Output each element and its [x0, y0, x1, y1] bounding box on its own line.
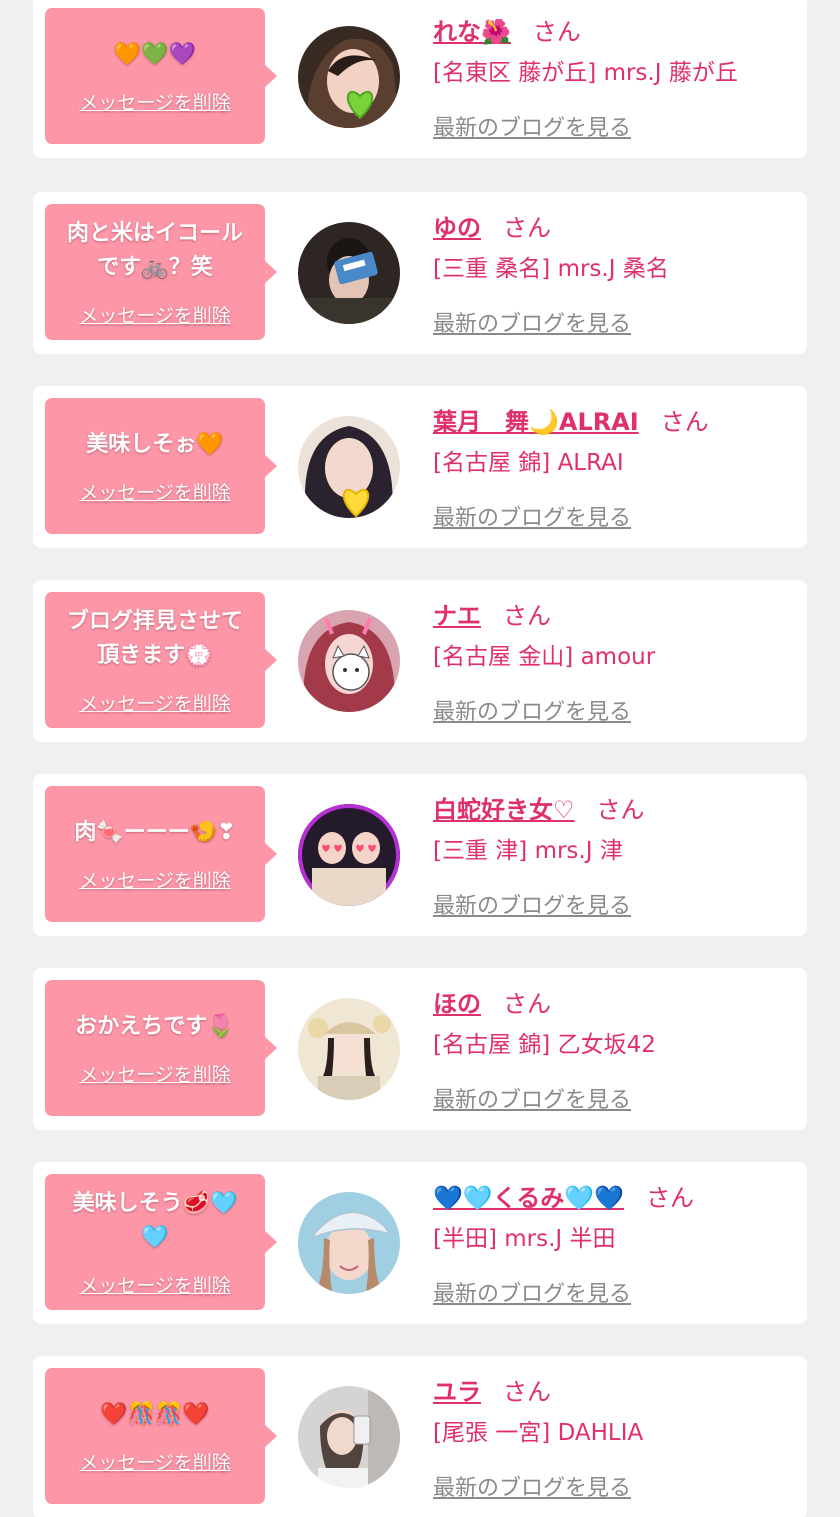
san-suffix: さん — [503, 601, 551, 630]
delete-message-link[interactable]: メッセージを削除 — [79, 1271, 231, 1298]
message-bubble: 美味しそぉ🧡 メッセージを削除 — [45, 398, 277, 534]
sender-name-link[interactable]: ユラ — [433, 1372, 481, 1407]
shop-label: [尾張 一宮] DAHLIA — [433, 1420, 644, 1446]
delete-message-link[interactable]: メッセージを削除 — [79, 478, 231, 505]
sender-name-link[interactable]: 葉月 舞🌙ALRAI — [433, 402, 639, 437]
cap-photo-icon — [298, 1192, 400, 1294]
message-text: ❤️🎊🎊❤️ — [100, 1401, 210, 1427]
delete-message-link[interactable]: メッセージを削除 — [79, 1060, 231, 1087]
avatar[interactable] — [298, 222, 400, 324]
sender-info: 💙🩵くるみ🩵💙 さん [半田] mrs.J 半田 最新のブログを見る — [433, 1178, 797, 1308]
message-text: 肉🍬ーーー🍤❣ — [74, 819, 236, 845]
message-bubble: おかえちです🌷 メッセージを削除 — [45, 980, 277, 1116]
shop-label: [名東区 藤が丘] mrs.J 藤が丘 — [433, 60, 738, 86]
san-suffix: さん — [532, 17, 581, 46]
message-list: 🧡💚💜 メッセージを削除 れな🌺 さん [名東区 藤が丘] mrs.J 藤が丘 … — [0, 0, 840, 1517]
sender-info: ユラ さん [尾張 一宮] DAHLIA 最新のブログを見る — [433, 1372, 797, 1502]
san-suffix: さん — [503, 989, 551, 1018]
latest-blog-link[interactable]: 最新のブログを見る — [433, 110, 631, 142]
san-suffix: さん — [503, 213, 551, 242]
latest-blog-link[interactable]: 最新のブログを見る — [433, 1276, 631, 1308]
message-bubble: 美味しそう🥩🩵🩵 メッセージを削除 — [45, 1174, 277, 1310]
message-card: ブログ拝見させて頂きます💮 メッセージを削除 ナエ さん [名古屋 金山] am… — [33, 580, 807, 742]
delete-message-link[interactable]: メッセージを削除 — [79, 1448, 231, 1475]
san-suffix: さん — [596, 795, 645, 824]
message-card: 肉🍬ーーー🍤❣ メッセージを削除 白蛇好き女♡ さん [三重 津] mrs.J … — [33, 774, 807, 936]
avatar[interactable] — [298, 26, 400, 128]
message-card: ❤️🎊🎊❤️ メッセージを削除 ユラ さん [尾張 一宮] DAHLIA 最新の… — [33, 1356, 807, 1517]
message-bubble: ブログ拝見させて頂きます💮 メッセージを削除 — [45, 592, 277, 728]
shop-label: [半田] mrs.J 半田 — [433, 1226, 616, 1252]
sender-name-link[interactable]: ほの — [433, 984, 481, 1019]
sender-info: ほの さん [名古屋 錦] 乙女坂42 最新のブログを見る — [433, 984, 797, 1114]
latest-blog-link[interactable]: 最新のブログを見る — [433, 694, 631, 726]
delete-message-link[interactable]: メッセージを削除 — [79, 301, 231, 328]
sender-info: ナエ さん [名古屋 金山] amour 最新のブログを見る — [433, 596, 797, 726]
latest-blog-link[interactable]: 最新のブログを見る — [433, 1470, 631, 1502]
latest-blog-link[interactable]: 最新のブログを見る — [433, 500, 631, 532]
message-card: 肉と米はイコールです🚲？笑 メッセージを削除 ゆの さん [三重 桑名] mrs… — [33, 192, 807, 354]
sender-info: 葉月 舞🌙ALRAI さん [名古屋 錦] ALRAI 最新のブログを見る — [433, 402, 797, 532]
sender-name-link[interactable]: ナエ — [433, 596, 481, 631]
avatar[interactable] — [298, 804, 400, 906]
latest-blog-link[interactable]: 最新のブログを見る — [433, 1082, 631, 1114]
delete-message-link[interactable]: メッセージを削除 — [79, 88, 231, 115]
hat-photo-icon — [298, 998, 400, 1100]
message-text: 🧡💚💜 — [113, 41, 197, 67]
message-card: 🧡💚💜 メッセージを削除 れな🌺 さん [名東区 藤が丘] mrs.J 藤が丘 … — [33, 0, 807, 158]
sender-info: 白蛇好き女♡ さん [三重 津] mrs.J 津 最新のブログを見る — [433, 790, 797, 920]
shop-label: [名古屋 錦] ALRAI — [433, 450, 624, 476]
message-text: 美味しそう🥩🩵🩵 — [72, 1190, 238, 1250]
mirror-selfie-photo-icon — [298, 1386, 400, 1488]
message-bubble: 肉と米はイコールです🚲？笑 メッセージを削除 — [45, 204, 277, 340]
san-suffix: さん — [660, 407, 709, 436]
sender-name-link[interactable]: ゆの — [433, 208, 481, 243]
message-card: 美味しそぉ🧡 メッセージを削除 葉月 舞🌙ALRAI さん [名古屋 錦] AL… — [33, 386, 807, 548]
cat-face-sticker-icon — [298, 610, 400, 712]
green-heart-sticker-icon — [298, 26, 400, 128]
sender-name-link[interactable]: 💙🩵くるみ🩵💙 — [433, 1178, 624, 1213]
message-text: おかえちです🌷 — [75, 1013, 235, 1039]
message-text: 美味しそぉ🧡 — [86, 431, 224, 457]
yellow-heart-sticker-icon — [298, 416, 400, 518]
message-bubble: 🧡💚💜 メッセージを削除 — [45, 8, 277, 144]
san-suffix: さん — [646, 1183, 695, 1212]
sender-name-link[interactable]: 白蛇好き女♡ — [433, 790, 575, 825]
shop-label: [三重 桑名] mrs.J 桑名 — [433, 256, 669, 282]
sender-info: れな🌺 さん [名東区 藤が丘] mrs.J 藤が丘 最新のブログを見る — [433, 12, 797, 142]
shop-label: [名古屋 錦] 乙女坂42 — [433, 1032, 656, 1058]
message-card: おかえちです🌷 メッセージを削除 ほの さん [名古屋 錦] 乙女坂42 最新の… — [33, 968, 807, 1130]
delete-message-link[interactable]: メッセージを削除 — [79, 689, 231, 716]
delete-message-link[interactable]: メッセージを削除 — [79, 866, 231, 893]
avatar[interactable] — [298, 610, 400, 712]
card-over-face-icon — [298, 222, 400, 324]
heart-eyes-sticker-icon — [298, 804, 400, 906]
message-bubble: 肉🍬ーーー🍤❣ メッセージを削除 — [45, 786, 277, 922]
latest-blog-link[interactable]: 最新のブログを見る — [433, 888, 631, 920]
san-suffix: さん — [503, 1377, 551, 1406]
sender-info: ゆの さん [三重 桑名] mrs.J 桑名 最新のブログを見る — [433, 208, 797, 338]
shop-label: [名古屋 金山] amour — [433, 644, 656, 670]
latest-blog-link[interactable]: 最新のブログを見る — [433, 306, 631, 338]
avatar[interactable] — [298, 1386, 400, 1488]
message-bubble: ❤️🎊🎊❤️ メッセージを削除 — [45, 1368, 277, 1504]
avatar[interactable] — [298, 1192, 400, 1294]
message-text: 肉と米はイコールです🚲？笑 — [66, 220, 243, 280]
sender-name-link[interactable]: れな🌺 — [433, 12, 511, 47]
message-card: 美味しそう🥩🩵🩵 メッセージを削除 💙🩵くるみ🩵💙 さん [半田] mrs.J … — [33, 1162, 807, 1324]
avatar[interactable] — [298, 998, 400, 1100]
message-text: ブログ拝見させて頂きます💮 — [66, 608, 243, 668]
shop-label: [三重 津] mrs.J 津 — [433, 838, 623, 864]
avatar[interactable] — [298, 416, 400, 518]
